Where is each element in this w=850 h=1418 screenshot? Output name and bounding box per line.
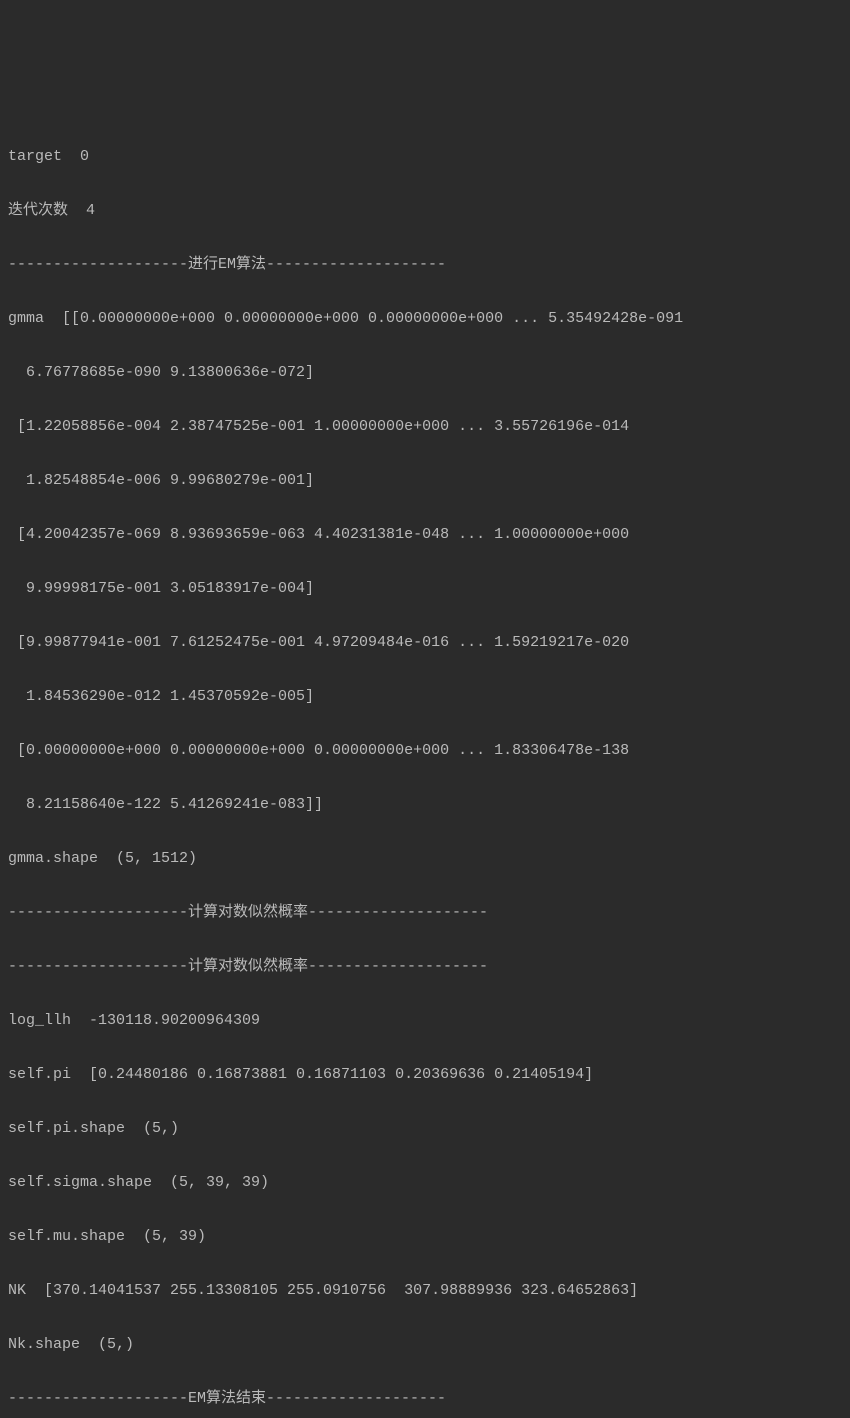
output-line: self.mu.shape (5, 39) [8, 1223, 842, 1250]
output-line: --------------------计算对数似然概率------------… [8, 953, 842, 980]
output-line: self.pi [0.24480186 0.16873881 0.1687110… [8, 1061, 842, 1088]
output-line: 6.76778685e-090 9.13800636e-072] [8, 359, 842, 386]
output-line: [4.20042357e-069 8.93693659e-063 4.40231… [8, 521, 842, 548]
output-line: [1.22058856e-004 2.38747525e-001 1.00000… [8, 413, 842, 440]
output-line: 迭代次数 4 [8, 197, 842, 224]
output-line: 8.21158640e-122 5.41269241e-083]] [8, 791, 842, 818]
output-line: gmma.shape (5, 1512) [8, 845, 842, 872]
output-line: [9.99877941e-001 7.61252475e-001 4.97209… [8, 629, 842, 656]
output-line: self.pi.shape (5,) [8, 1115, 842, 1142]
output-line: gmma [[0.00000000e+000 0.00000000e+000 0… [8, 305, 842, 332]
output-line: 9.99998175e-001 3.05183917e-004] [8, 575, 842, 602]
output-line: target 0 [8, 143, 842, 170]
output-line: self.sigma.shape (5, 39, 39) [8, 1169, 842, 1196]
output-line: Nk.shape (5,) [8, 1331, 842, 1358]
output-line: log_llh -130118.90200964309 [8, 1007, 842, 1034]
output-line: [0.00000000e+000 0.00000000e+000 0.00000… [8, 737, 842, 764]
output-line: 1.84536290e-012 1.45370592e-005] [8, 683, 842, 710]
output-line: 1.82548854e-006 9.99680279e-001] [8, 467, 842, 494]
output-line: --------------------EM算法结束--------------… [8, 1385, 842, 1412]
output-line: --------------------计算对数似然概率------------… [8, 899, 842, 926]
output-line: --------------------进行EM算法--------------… [8, 251, 842, 278]
output-line: NK [370.14041537 255.13308105 255.091075… [8, 1277, 842, 1304]
terminal-output: target 0 迭代次数 4 --------------------进行EM… [8, 116, 842, 1418]
